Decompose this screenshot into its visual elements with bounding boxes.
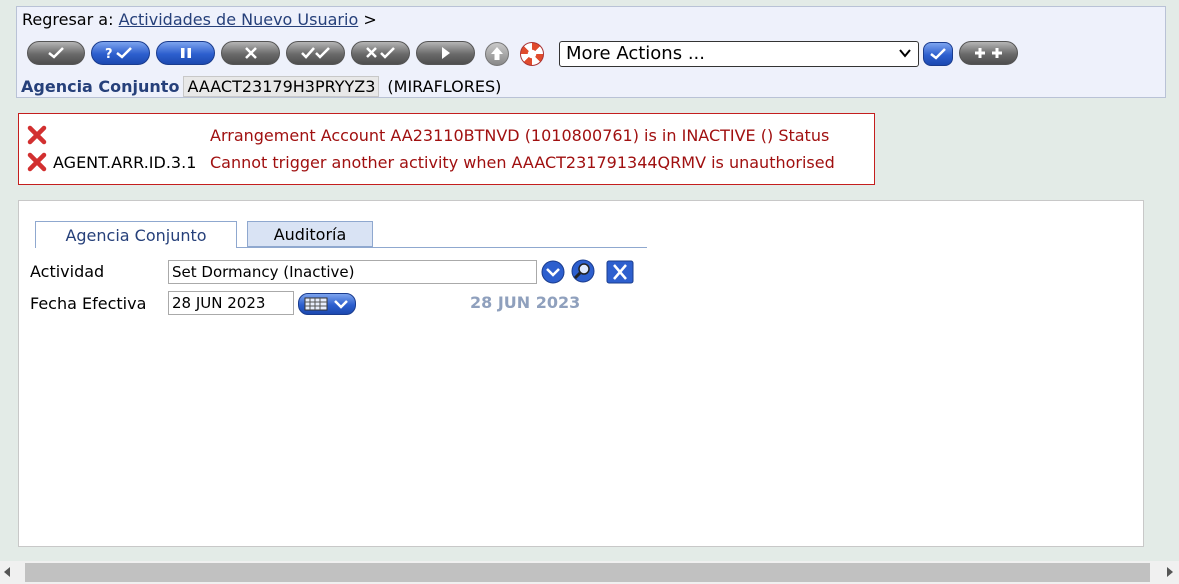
more-actions-select[interactable]: More Actions ... xyxy=(559,41,919,67)
error-panel: Arrangement Account AA23110BTNVD (101080… xyxy=(18,113,875,185)
error-message: Arrangement Account AA23110BTNVD (101080… xyxy=(210,125,830,145)
effective-date-display: 28 JUN 2023 xyxy=(470,293,581,312)
upload-button[interactable] xyxy=(485,42,509,66)
dropdown-icon[interactable] xyxy=(540,260,566,284)
record-id: AAACT23179H3PRYYZ3 xyxy=(183,76,380,97)
clear-x-icon[interactable] xyxy=(606,260,634,284)
main-form-panel: Agencia Conjunto Auditoría Actividad Set… xyxy=(18,200,1144,547)
tab-bar: Agencia Conjunto Auditoría xyxy=(35,221,647,248)
scrollbar-thumb[interactable] xyxy=(25,563,1150,582)
reverse-x-check-icon xyxy=(365,47,395,59)
effective-date-field[interactable]: 28 JUN 2023 xyxy=(168,291,294,315)
horizontal-scrollbar[interactable] xyxy=(0,561,1179,584)
delete-x-icon xyxy=(244,47,257,59)
error-x-icon xyxy=(27,152,47,172)
validate-question-check-icon: ? xyxy=(105,47,132,60)
authorise-button[interactable] xyxy=(286,41,345,65)
record-branch: (MIRAFLORES) xyxy=(387,77,502,96)
chevron-down-icon xyxy=(899,49,911,58)
breadcrumb-link[interactable]: Actividades de Nuevo Usuario xyxy=(119,10,359,29)
go-check-icon xyxy=(930,48,946,60)
calendar-button[interactable] xyxy=(298,293,356,315)
add-plus-plus-icon xyxy=(974,48,1002,58)
help-lifebuoy-icon[interactable] xyxy=(520,42,544,66)
next-arrow-icon xyxy=(441,47,450,59)
error-x-icon xyxy=(27,125,47,145)
tab-agencia-conjunto[interactable]: Agencia Conjunto xyxy=(35,221,237,248)
date-label: Fecha Efectiva xyxy=(30,294,147,313)
error-message: Cannot trigger another activity when AAA… xyxy=(210,152,835,172)
calendar-icon xyxy=(304,297,348,311)
activity-label: Actividad xyxy=(30,262,105,281)
more-actions-value: More Actions ... xyxy=(566,43,705,64)
reverse-button[interactable] xyxy=(351,41,410,65)
breadcrumb-separator: > xyxy=(363,10,377,29)
go-button[interactable] xyxy=(923,42,953,66)
svg-text:?: ? xyxy=(105,47,113,60)
authorise-double-check-icon xyxy=(300,47,330,59)
tab-auditoria[interactable]: Auditoría xyxy=(247,221,373,247)
record-info: Agencia Conjunto AAACT23179H3PRYYZ3 (MIRAF… xyxy=(21,76,501,97)
error-field: AGENT.ARR.ID.3.1 xyxy=(53,152,197,172)
add-button[interactable] xyxy=(959,41,1018,65)
header-panel: Regresar a: Actividades de Nuevo Usuario… xyxy=(16,6,1166,98)
error-row: Arrangement Account AA23110BTNVD (101080… xyxy=(27,124,829,146)
record-label: Agencia Conjunto xyxy=(21,77,180,96)
commit-check-icon xyxy=(48,47,64,59)
upload-up-arrow-icon xyxy=(491,47,503,60)
error-row: AGENT.ARR.ID.3.1 Cannot trigger another … xyxy=(27,151,835,173)
delete-button[interactable] xyxy=(221,41,280,65)
activity-field[interactable]: Set Dormancy (Inactive) xyxy=(168,260,537,284)
breadcrumb: Regresar a: Actividades de Nuevo Usuario… xyxy=(22,10,377,29)
commit-button[interactable] xyxy=(27,41,85,65)
breadcrumb-prefix: Regresar a: xyxy=(22,10,114,29)
hold-button[interactable] xyxy=(156,41,215,65)
next-button[interactable] xyxy=(416,41,475,65)
validate-button[interactable]: ? xyxy=(91,41,150,65)
hold-pause-icon xyxy=(180,48,191,58)
scroll-left-arrow-icon[interactable] xyxy=(4,567,10,577)
scroll-right-arrow-icon[interactable] xyxy=(1167,567,1173,577)
search-icon[interactable] xyxy=(570,259,596,283)
